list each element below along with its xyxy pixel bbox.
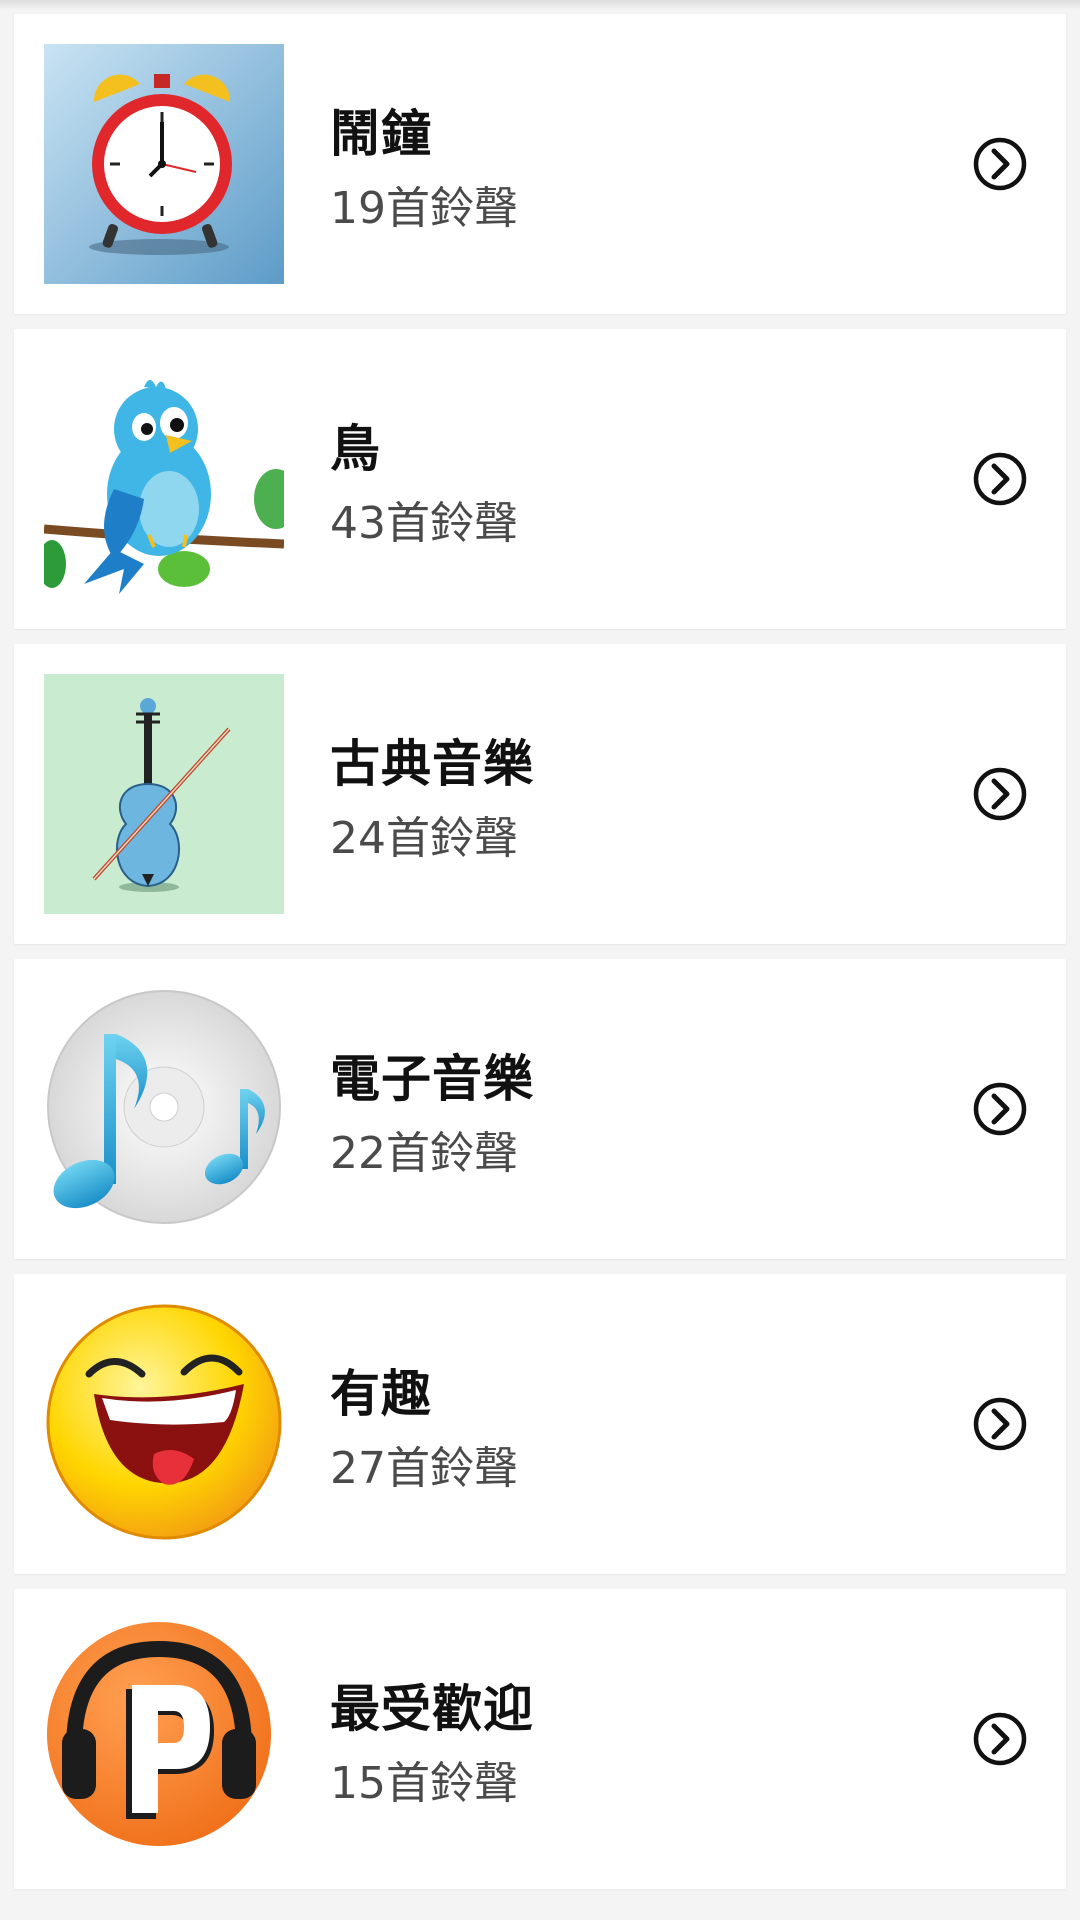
bird-icon bbox=[44, 359, 284, 599]
ringtone-count: 43首鈴聲 bbox=[330, 498, 518, 549]
category-title: 最受歡迎 bbox=[330, 1680, 534, 1738]
headphones-p-icon bbox=[44, 1619, 284, 1859]
category-title: 鬧鐘 bbox=[330, 105, 432, 163]
ringtone-count: 22首鈴聲 bbox=[330, 1128, 518, 1179]
music-cd-icon bbox=[44, 989, 284, 1229]
ringtone-count: 19首鈴聲 bbox=[330, 183, 518, 234]
chevron-right-circle-icon[interactable] bbox=[972, 136, 1028, 192]
category-item-alarm[interactable]: 鬧鐘 19首鈴聲 bbox=[14, 14, 1066, 314]
category-item-electronic[interactable]: 電子音樂 22首鈴聲 bbox=[14, 959, 1066, 1259]
chevron-right-circle-icon[interactable] bbox=[972, 1081, 1028, 1137]
violin-icon bbox=[44, 674, 284, 914]
ringtone-count: 24首鈴聲 bbox=[330, 813, 518, 864]
laughing-face-icon bbox=[44, 1304, 284, 1544]
category-item-popular[interactable]: 最受歡迎 15首鈴聲 bbox=[14, 1589, 1066, 1889]
category-item-classical[interactable]: 古典音樂 24首鈴聲 bbox=[14, 644, 1066, 944]
chevron-right-circle-icon[interactable] bbox=[972, 1396, 1028, 1452]
category-item-funny[interactable]: 有趣 27首鈴聲 bbox=[14, 1274, 1066, 1574]
category-title: 電子音樂 bbox=[330, 1050, 534, 1108]
top-divider bbox=[0, 0, 1080, 10]
category-item-bird[interactable]: 鳥 43首鈴聲 bbox=[14, 329, 1066, 629]
chevron-right-circle-icon[interactable] bbox=[972, 1711, 1028, 1767]
ringtone-count: 27首鈴聲 bbox=[330, 1443, 518, 1494]
category-title: 鳥 bbox=[330, 420, 381, 478]
ringtone-count: 15首鈴聲 bbox=[330, 1758, 518, 1809]
ringtone-category-list: 鬧鐘 19首鈴聲 鳥 43首鈴聲 古典音樂 24首鈴聲 電子音樂 22首鈴聲 有… bbox=[0, 0, 1080, 1920]
category-title: 有趣 bbox=[330, 1365, 432, 1423]
chevron-right-circle-icon[interactable] bbox=[972, 451, 1028, 507]
category-title: 古典音樂 bbox=[330, 735, 534, 793]
alarm-clock-icon bbox=[44, 44, 284, 284]
chevron-right-circle-icon[interactable] bbox=[972, 766, 1028, 822]
